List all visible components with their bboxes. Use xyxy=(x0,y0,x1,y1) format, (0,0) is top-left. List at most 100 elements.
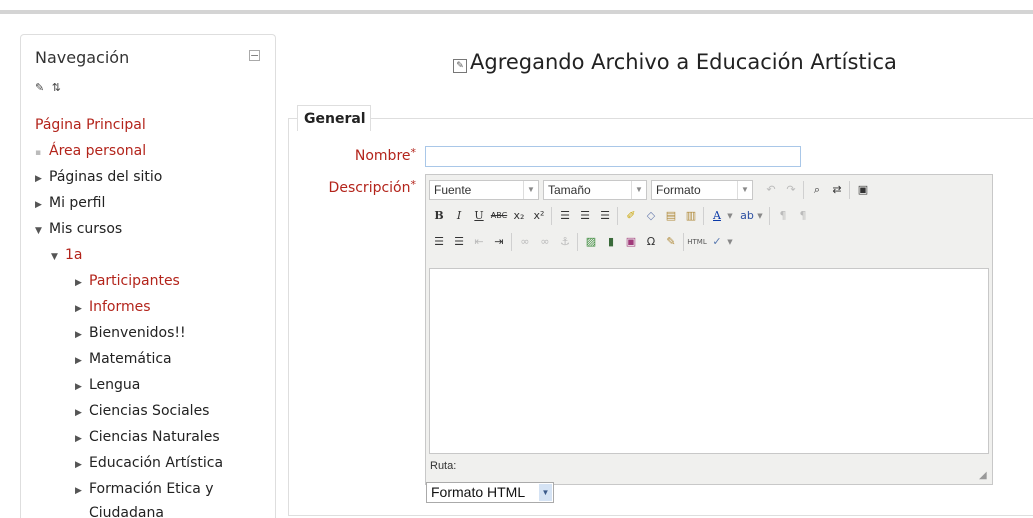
expand-arrow-icon: ▶ xyxy=(75,356,82,366)
media-icon[interactable]: ▮ xyxy=(601,232,621,252)
text-format-value: Formato HTML xyxy=(431,484,526,500)
strikethrough-icon[interactable]: ABC xyxy=(489,206,509,226)
toolbar-separator xyxy=(617,207,618,225)
ltr-icon[interactable]: ¶ xyxy=(773,206,793,226)
paste-text-icon[interactable]: ▤ xyxy=(661,206,681,226)
toolbar-separator xyxy=(703,207,704,225)
unlink-icon[interactable]: ∞ xyxy=(535,232,555,252)
nav-item-label: Ciudadana xyxy=(89,505,164,518)
numbered-list-icon[interactable]: ☰ xyxy=(449,232,469,252)
underline-icon[interactable]: U xyxy=(469,206,489,226)
font-family-select[interactable]: Fuente ▼ xyxy=(429,180,539,200)
italic-icon[interactable]: I xyxy=(449,206,469,226)
eraser-icon[interactable]: ◇ xyxy=(641,206,661,226)
search-icon[interactable]: ⌕ xyxy=(807,180,827,200)
expand-arrow-icon: ▶ xyxy=(75,330,82,340)
nav-item-dashboard[interactable]: ▪ Área personal xyxy=(35,143,146,159)
nav-item-label: Bienvenidos!! xyxy=(89,325,186,341)
dropdown-arrow-icon: ▼ xyxy=(631,181,646,199)
navigation-block: Navegación − ✎ ⇅ Página Principal ▪ Área … xyxy=(20,34,276,518)
nav-item-civic-education-cont[interactable]: Ciudadana xyxy=(89,505,164,518)
nav-item-art-education[interactable]: ▶ Educación Artística xyxy=(75,455,223,471)
editor-content-area[interactable] xyxy=(429,268,989,454)
resize-grip-icon[interactable]: ◢ xyxy=(979,471,989,481)
name-input[interactable] xyxy=(425,146,801,167)
toolbar-row-2: B I U ABC x₂ x² ☰ ☰ ☰ ✐ ◇ ▤ ▥ A ▼ ab ▼ ¶… xyxy=(429,204,989,228)
spellcheck-icon[interactable]: ✓ xyxy=(707,232,727,252)
collapse-arrow-icon: ▼ xyxy=(35,226,42,236)
bullet-list-icon[interactable]: ☰ xyxy=(429,232,449,252)
dropdown-arrow-icon[interactable]: ▼ xyxy=(725,206,735,226)
rtl-icon[interactable]: ¶ xyxy=(793,206,813,226)
toolbar-separator xyxy=(803,181,804,199)
toolbar-separator xyxy=(849,181,850,199)
image-icon[interactable]: ▨ xyxy=(581,232,601,252)
file-icon: ✎ xyxy=(453,59,467,73)
nav-item-course-1a[interactable]: ▼ 1a xyxy=(51,247,83,263)
font-size-select[interactable]: Tamaño ▼ xyxy=(543,180,647,200)
replace-icon[interactable]: ⇄ xyxy=(827,180,847,200)
dropdown-arrow-icon: ▼ xyxy=(539,484,552,501)
page-title-text: Agregando Archivo a Educación Artística xyxy=(470,50,897,74)
nav-item-label: Participantes xyxy=(89,273,180,289)
background-color-icon[interactable]: ab xyxy=(737,206,757,226)
nav-item-label: Mis cursos xyxy=(49,221,123,237)
toolbar-separator xyxy=(577,233,578,251)
required-icon: * xyxy=(410,178,417,191)
nav-item-my-profile[interactable]: ▶ Mi perfil xyxy=(35,195,105,211)
align-center-icon[interactable]: ☰ xyxy=(575,206,595,226)
nav-item-welcome[interactable]: ▶ Bienvenidos!! xyxy=(75,325,186,341)
insert-file-icon[interactable]: ▣ xyxy=(621,232,641,252)
nav-item-label: Lengua xyxy=(89,377,141,393)
toolbar-separator xyxy=(683,233,684,251)
dock-move-icons[interactable]: ✎ ⇅ xyxy=(35,81,63,94)
toolbar-separator xyxy=(551,207,552,225)
anchor-icon[interactable]: ⚓ xyxy=(555,232,575,252)
nav-item-reports[interactable]: ▶ Informes xyxy=(75,299,151,315)
special-character-icon[interactable]: Ω xyxy=(641,232,661,252)
fullscreen-icon[interactable]: ▣ xyxy=(853,180,873,200)
nav-item-language[interactable]: ▶ Lengua xyxy=(75,377,140,393)
undo-icon[interactable]: ↶ xyxy=(761,180,781,200)
text-format-select[interactable]: Formato HTML ▼ xyxy=(426,482,554,503)
toolbar-row-1: Fuente ▼ Tamaño ▼ Formato ▼ ↶ ↷ ⌕ ⇄ ▣ xyxy=(429,178,989,202)
nav-item-social-sciences[interactable]: ▶ Ciencias Sociales xyxy=(75,403,209,419)
redo-icon[interactable]: ↷ xyxy=(781,180,801,200)
nav-item-home[interactable]: Página Principal xyxy=(35,117,146,133)
toolbar-separator xyxy=(511,233,512,251)
indent-icon[interactable]: ⇥ xyxy=(489,232,509,252)
superscript-icon[interactable]: x² xyxy=(529,206,549,226)
insert-table-icon[interactable]: ✎ xyxy=(661,232,681,252)
expand-arrow-icon: ▶ xyxy=(75,486,82,496)
font-family-value: Fuente xyxy=(434,183,472,197)
outdent-icon[interactable]: ⇤ xyxy=(469,232,489,252)
align-right-icon[interactable]: ☰ xyxy=(595,206,615,226)
dropdown-arrow-icon[interactable]: ▼ xyxy=(755,206,765,226)
editor-path-label: Ruta: xyxy=(430,460,457,472)
fieldset-legend[interactable]: General xyxy=(297,105,371,131)
html-source-icon[interactable]: HTML xyxy=(687,232,707,252)
link-icon[interactable]: ∞ xyxy=(515,232,535,252)
dropdown-arrow-icon: ▼ xyxy=(523,181,538,199)
bold-icon[interactable]: B xyxy=(429,206,449,226)
expand-arrow-icon: ▶ xyxy=(35,200,42,210)
nav-item-math[interactable]: ▶ Matemática xyxy=(75,351,172,367)
nav-item-label: Página Principal xyxy=(35,117,146,133)
page-title: ✎ Agregando Archivo a Educación Artística xyxy=(453,50,897,74)
align-left-icon[interactable]: ☰ xyxy=(555,206,575,226)
collapse-icon[interactable]: − xyxy=(249,50,260,61)
nav-item-my-courses[interactable]: ▼ Mis cursos xyxy=(35,221,122,237)
nav-item-natural-sciences[interactable]: ▶ Ciencias Naturales xyxy=(75,429,220,445)
subscript-icon[interactable]: x₂ xyxy=(509,206,529,226)
expand-arrow-icon: ▶ xyxy=(35,174,42,184)
text-color-icon[interactable]: A xyxy=(707,206,727,226)
block-format-select[interactable]: Formato ▼ xyxy=(651,180,753,200)
nav-item-site-pages[interactable]: ▶ Páginas del sitio xyxy=(35,169,162,185)
dropdown-arrow-icon: ▼ xyxy=(737,181,752,199)
nav-item-participants[interactable]: ▶ Participantes xyxy=(75,273,180,289)
dropdown-arrow-icon[interactable]: ▼ xyxy=(725,232,735,252)
clean-formatting-icon[interactable]: ✐ xyxy=(621,206,641,226)
required-icon: * xyxy=(410,146,417,159)
paste-word-icon[interactable]: ▥ xyxy=(681,206,701,226)
nav-item-civic-education[interactable]: ▶ Formación Etica y xyxy=(75,481,214,497)
